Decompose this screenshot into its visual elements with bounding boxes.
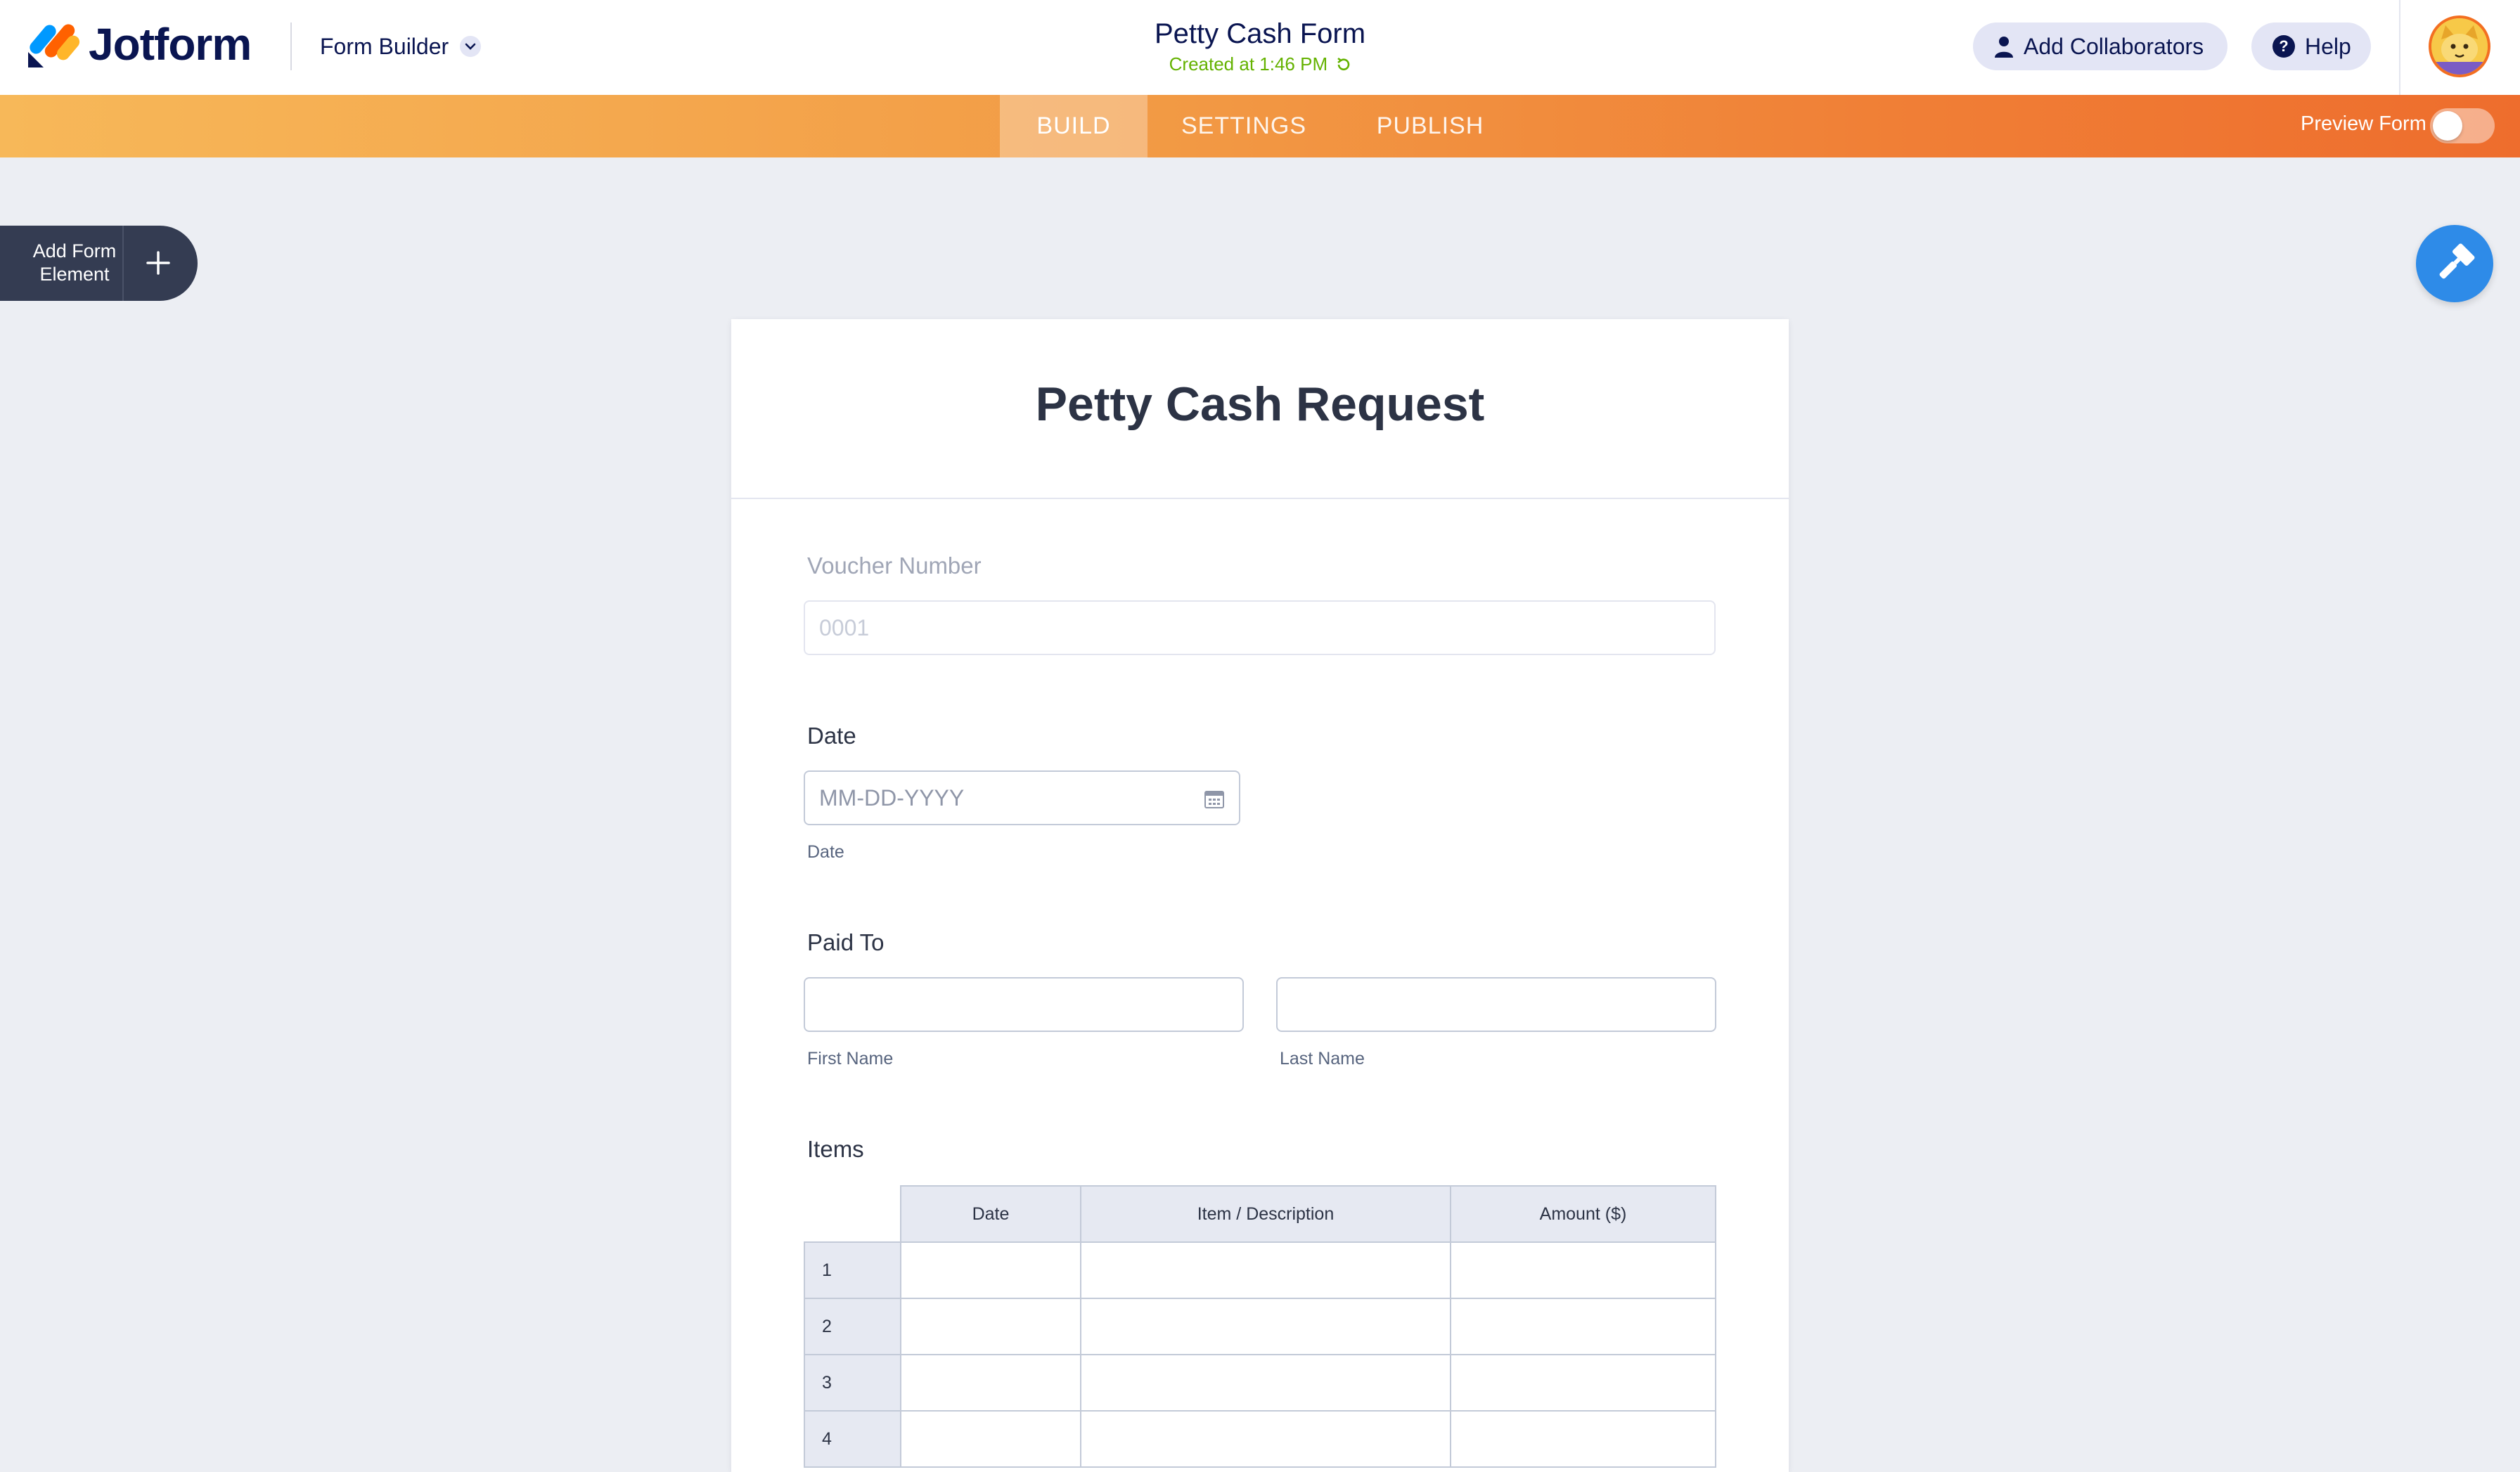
preview-form-toggle[interactable] — [2430, 108, 2495, 143]
table-header-row: Date Item / Description Amount ($) — [804, 1185, 1716, 1243]
cat-avatar-icon — [2431, 18, 2488, 75]
history-icon[interactable] — [1335, 57, 1351, 72]
form-card: Petty Cash Request Voucher Number 0001 D… — [731, 319, 1789, 1472]
first-name-field[interactable] — [804, 977, 1244, 1032]
date-label: Date — [807, 723, 856, 749]
column-header: Amount ($) — [1450, 1185, 1716, 1243]
table-cell[interactable] — [1450, 1298, 1716, 1355]
form-header: Petty Cash Request — [731, 319, 1789, 499]
builder-nav: BUILD SETTINGS PUBLISH — [0, 95, 2520, 157]
voucher-number-label: Voucher Number — [807, 553, 982, 579]
table-cell[interactable] — [1450, 1410, 1716, 1468]
date-sublabel: Date — [807, 842, 844, 862]
help-label: Help — [2305, 33, 2351, 59]
top-header: Jotform Form Builder Petty Cash Form Cre… — [0, 0, 2520, 95]
add-label-line2: Element — [39, 264, 110, 285]
table-cell[interactable] — [1080, 1241, 1451, 1299]
preview-form-label: Preview Form — [2301, 112, 2426, 135]
form-designer-button[interactable] — [2416, 225, 2493, 302]
date-placeholder: MM-DD-YYYY — [819, 785, 965, 811]
add-label-line1: Add Form — [32, 240, 117, 262]
first-name-sublabel: First Name — [807, 1049, 894, 1069]
tab-build[interactable]: BUILD — [1000, 95, 1148, 157]
table-cell[interactable] — [900, 1241, 1081, 1299]
question-icon: ? — [2272, 35, 2295, 58]
table-cell[interactable] — [900, 1354, 1081, 1412]
table-row: 4 — [804, 1410, 1716, 1468]
user-icon — [1995, 37, 2013, 58]
help-button[interactable]: ? Help — [2251, 22, 2371, 70]
table-row: 3 — [804, 1354, 1716, 1412]
header-right-divider — [2399, 0, 2400, 95]
table-row: 1 — [804, 1241, 1716, 1299]
toggle-knob — [2433, 111, 2462, 141]
table-cell[interactable] — [900, 1410, 1081, 1468]
row-number: 1 — [804, 1241, 901, 1299]
table-cell[interactable] — [1080, 1298, 1451, 1355]
date-field[interactable]: MM-DD-YYYY — [804, 770, 1240, 825]
paid-to-label: Paid To — [807, 929, 885, 955]
column-header: Item / Description — [1080, 1185, 1451, 1243]
form-heading[interactable]: Petty Cash Request — [731, 377, 1789, 432]
table-cell[interactable] — [900, 1298, 1081, 1355]
add-form-element-button[interactable]: Add Form Element — [0, 226, 198, 301]
table-cell[interactable] — [1450, 1354, 1716, 1412]
row-number: 2 — [804, 1298, 901, 1355]
paint-roller-icon — [2439, 243, 2475, 279]
tab-publish[interactable]: PUBLISH — [1363, 95, 1498, 157]
items-table: Date Item / Description Amount ($) 1 2 3… — [804, 1185, 1716, 1468]
row-number: 4 — [804, 1410, 901, 1468]
tab-settings[interactable]: SETTINGS — [1164, 95, 1323, 157]
last-name-sublabel: Last Name — [1280, 1049, 1365, 1069]
add-form-element-label: Add Form Element — [20, 240, 129, 286]
row-number: 3 — [804, 1354, 901, 1412]
created-text: Created at 1:46 PM — [1169, 53, 1328, 75]
column-header: Date — [900, 1185, 1081, 1243]
table-cell[interactable] — [1080, 1354, 1451, 1412]
last-name-field[interactable] — [1276, 977, 1716, 1032]
table-cell[interactable] — [1450, 1241, 1716, 1299]
voucher-number-field[interactable]: 0001 — [804, 600, 1716, 655]
calendar-icon[interactable] — [1204, 789, 1225, 810]
table-row: 2 — [804, 1298, 1716, 1355]
add-collaborators-button[interactable]: Add Collaborators — [1973, 22, 2228, 70]
table-cell[interactable] — [1080, 1410, 1451, 1468]
add-collaborators-label: Add Collaborators — [2024, 33, 2204, 59]
plus-icon — [146, 251, 170, 275]
add-element-divider — [122, 226, 124, 301]
table-corner — [804, 1186, 901, 1243]
items-label: Items — [807, 1136, 864, 1162]
avatar[interactable] — [2429, 15, 2490, 77]
